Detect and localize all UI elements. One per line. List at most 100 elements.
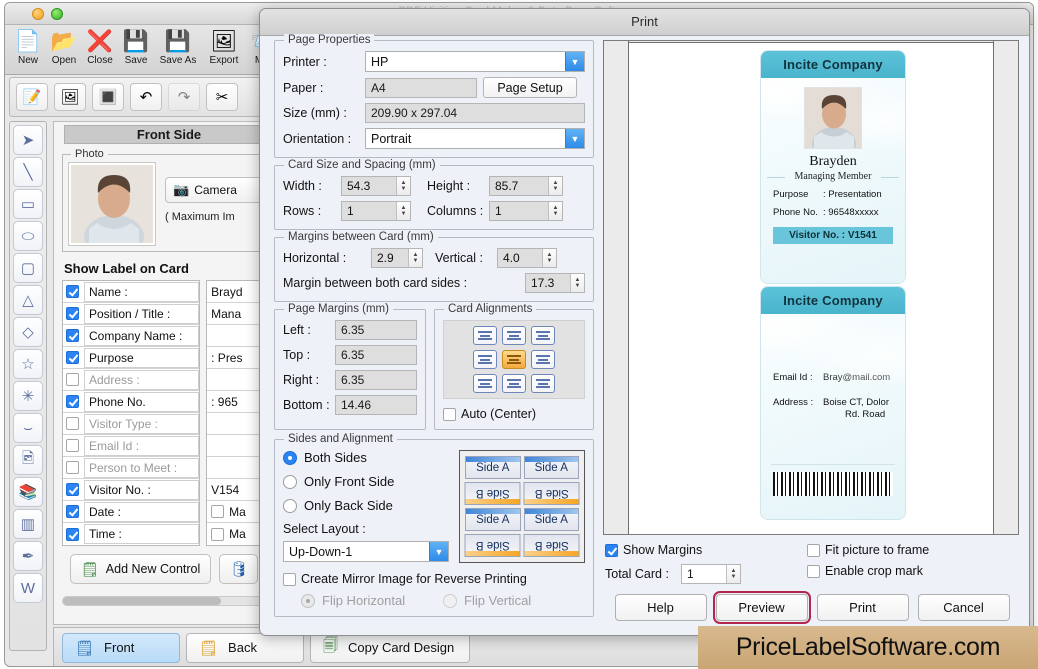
align-top-right-button[interactable] <box>531 326 555 345</box>
checkbox-name[interactable] <box>66 285 79 298</box>
align-middle-center-button[interactable] <box>502 350 526 369</box>
label-row-visitor-type[interactable]: Visitor Type : <box>63 413 200 435</box>
checkbox-crop-mark[interactable] <box>807 564 820 578</box>
rows-stepper[interactable]: 1 ▲ ▼ <box>341 201 411 221</box>
signature-tool-icon[interactable]: ✒ <box>13 541 43 571</box>
watermark-tool-icon[interactable]: W <box>13 573 43 603</box>
checkbox-show-margins[interactable] <box>605 543 618 557</box>
label-row-position[interactable]: Position / Title : <box>63 303 200 325</box>
align-middle-left-button[interactable] <box>473 350 497 369</box>
left-margin-field[interactable]: 6.35 <box>335 320 417 340</box>
chevron-down-icon[interactable]: ▼ <box>429 542 448 561</box>
cancel-button[interactable]: Cancel <box>917 594 1010 621</box>
bottom-margin-field[interactable]: 14.46 <box>335 395 417 415</box>
checkbox-person-to-meet[interactable] <box>66 461 79 474</box>
checkbox-purpose[interactable] <box>66 351 79 364</box>
checkbox-fit-picture[interactable] <box>807 543 820 557</box>
checkbox-email[interactable] <box>66 439 79 452</box>
align-bottom-right-button[interactable] <box>531 374 555 393</box>
cut-scissors-icon[interactable]: ✂ <box>206 83 238 111</box>
align-bottom-center-button[interactable] <box>502 374 526 393</box>
export-image-icon[interactable]: 🔳 <box>92 83 124 111</box>
checkbox-visitor-no[interactable] <box>66 483 79 496</box>
label-row-name[interactable]: Name : <box>63 281 200 303</box>
label-row-email[interactable]: Email Id : <box>63 435 200 457</box>
books-tool-icon[interactable]: 📚 <box>13 477 43 507</box>
triangle-tool-icon[interactable]: △ <box>13 285 43 315</box>
chevron-down-icon[interactable]: ▼ <box>565 52 584 71</box>
align-top-left-button[interactable] <box>473 326 497 345</box>
columns-stepper[interactable]: 1 ▲ ▼ <box>489 201 563 221</box>
rectangle-tool-icon[interactable]: ▭ <box>13 189 43 219</box>
label-row-purpose[interactable]: Purpose <box>63 347 200 369</box>
checkbox-phone[interactable] <box>66 395 79 408</box>
checkbox-company[interactable] <box>66 329 79 342</box>
panel-horizontal-scrollbar[interactable] <box>62 596 278 606</box>
printer-combo[interactable]: HP ▼ <box>365 51 585 72</box>
tab-back[interactable]: 🗒 Back <box>186 632 304 663</box>
arc-tool-icon[interactable]: ⌣ <box>13 413 43 443</box>
right-margin-field[interactable]: 6.35 <box>335 370 417 390</box>
radio-only-front[interactable]: Only Front Side <box>283 474 449 489</box>
stepper-arrows-icon[interactable]: ▲ ▼ <box>396 202 410 220</box>
checkbox-position[interactable] <box>66 307 79 320</box>
width-stepper[interactable]: 54.3 ▲ ▼ <box>341 176 411 196</box>
label-row-time[interactable]: Time : <box>63 523 200 545</box>
undo-arrow-icon[interactable]: ↶ <box>130 83 162 111</box>
print-preview-canvas[interactable]: Incite Company Brayden Managing Member P… <box>603 40 1019 535</box>
redo-arrow-icon[interactable]: ↷ <box>168 83 200 111</box>
label-row-date[interactable]: Date : <box>63 501 200 523</box>
stepper-arrows-icon[interactable]: ▲ ▼ <box>570 274 584 292</box>
stepper-arrows-icon[interactable]: ▲ ▼ <box>408 249 422 267</box>
horizontal-stepper[interactable]: 2.9 ▲ ▼ <box>371 248 423 268</box>
align-top-center-button[interactable] <box>502 326 526 345</box>
chevron-down-icon[interactable]: ▼ <box>565 129 584 148</box>
orientation-combo[interactable]: Portrait ▼ <box>365 128 585 149</box>
align-bottom-left-button[interactable] <box>473 374 497 393</box>
stepper-arrows-icon[interactable]: ▲ ▼ <box>726 565 740 583</box>
add-new-control-button[interactable]: 🗒 Add New Control <box>70 554 212 584</box>
align-middle-right-button[interactable] <box>531 350 555 369</box>
toolbar-close-button[interactable]: ❌ Close <box>83 28 117 66</box>
star-tool-icon[interactable]: ☆ <box>13 349 43 379</box>
checkbox-mirror-image[interactable] <box>283 572 296 586</box>
page-setup-button[interactable]: Page Setup <box>483 77 577 98</box>
rounded-rectangle-tool-icon[interactable]: ▢ <box>13 253 43 283</box>
text-note-icon[interactable]: 📝 <box>16 83 48 111</box>
print-button[interactable]: Print <box>816 594 909 621</box>
barcode-tool-icon[interactable]: ▥ <box>13 509 43 539</box>
checkbox-auto-center[interactable] <box>443 407 456 421</box>
mirror-image-row[interactable]: Create Mirror Image for Reverse Printing <box>283 572 585 586</box>
pointer-cursor-icon[interactable]: ➤ <box>13 125 43 155</box>
height-stepper[interactable]: 85.7 ▲ ▼ <box>489 176 563 196</box>
toolbar-export-button[interactable]: 🖼 Export <box>203 28 245 66</box>
radio-only-back[interactable]: Only Back Side <box>283 498 449 513</box>
label-row-company[interactable]: Company Name : <box>63 325 200 347</box>
ellipse-tool-icon[interactable]: ⬭ <box>13 221 43 251</box>
top-margin-field[interactable]: 6.35 <box>335 345 417 365</box>
help-button[interactable]: Help <box>614 594 707 621</box>
preview-button[interactable]: Preview <box>712 591 811 624</box>
label-row-address[interactable]: Address : <box>63 369 200 391</box>
checkbox-date-manual[interactable] <box>211 505 225 518</box>
radio-both-sides[interactable]: Both Sides <box>283 450 449 465</box>
checkbox-time-manual[interactable] <box>211 527 225 541</box>
image-tool-icon[interactable]: 🖻 <box>13 445 43 475</box>
diamond-tool-icon[interactable]: ◇ <box>13 317 43 347</box>
stepper-arrows-icon[interactable]: ▲ ▼ <box>396 177 410 195</box>
label-row-visitor-no[interactable]: Visitor No. : <box>63 479 200 501</box>
tab-copy-card-design[interactable]: 🗐 Copy Card Design <box>310 632 470 663</box>
tab-front[interactable]: 🗒 Front <box>62 632 180 663</box>
label-row-person-to-meet[interactable]: Person to Meet : <box>63 457 200 479</box>
both-card-sides-stepper[interactable]: 17.3 ▲ ▼ <box>525 273 585 293</box>
label-row-phone[interactable]: Phone No. <box>63 391 200 413</box>
toolbar-save-button[interactable]: 💾 Save <box>119 28 153 66</box>
toolbar-new-button[interactable]: 📄 New <box>11 28 45 66</box>
stepper-arrows-icon[interactable]: ▲ ▼ <box>548 177 562 195</box>
vertical-stepper[interactable]: 4.0 ▲ ▼ <box>497 248 557 268</box>
checkbox-time[interactable] <box>66 527 79 541</box>
toolbar-open-button[interactable]: 📂 Open <box>47 28 81 66</box>
auto-center-row[interactable]: Auto (Center) <box>443 407 585 421</box>
database-button[interactable]: 🛢 <box>219 554 259 584</box>
radio-only-front-dot[interactable] <box>283 474 297 489</box>
